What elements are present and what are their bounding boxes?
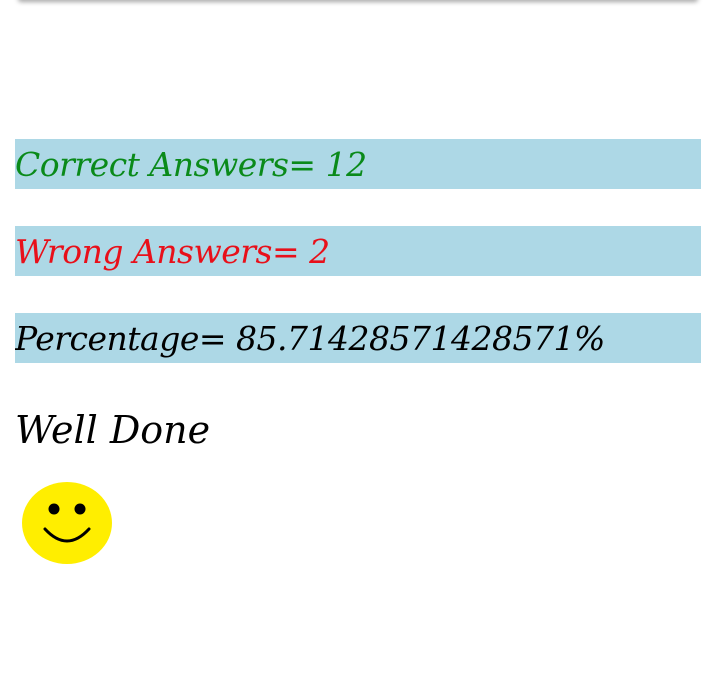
correct-answers-label: Correct Answers= 12	[15, 144, 367, 184]
feedback-message: Well Done	[15, 408, 211, 452]
wrong-answers-label: Wrong Answers= 2	[15, 231, 330, 271]
percentage-row: Percentage= 85.71428571428571%	[15, 313, 701, 363]
smiley-face-icon	[22, 482, 112, 564]
percentage-label: Percentage= 85.71428571428571%	[15, 318, 605, 358]
correct-answers-row: Correct Answers= 12	[15, 139, 701, 189]
wrong-answers-row: Wrong Answers= 2	[15, 226, 701, 276]
